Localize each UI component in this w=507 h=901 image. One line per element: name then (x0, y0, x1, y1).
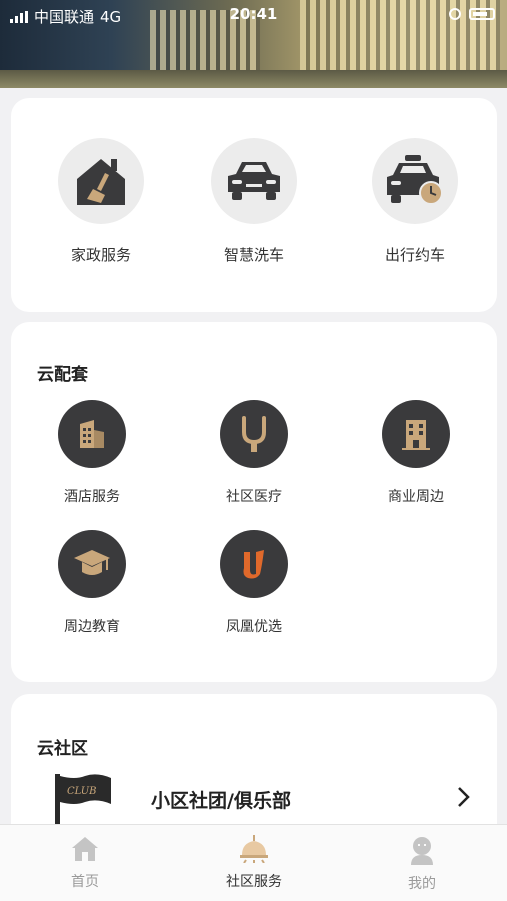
facility-label: 商业周边 (388, 489, 444, 505)
service-label: 家政服务 (70, 246, 131, 264)
service-car-wash[interactable]: 智慧洗车 (194, 138, 314, 265)
section-title: 云配套 (37, 365, 88, 385)
home-icon (72, 837, 98, 861)
facility-medical[interactable]: 社区医疗 (199, 400, 309, 506)
facility-label: 凤凰优选 (226, 619, 282, 635)
facility-commercial[interactable]: 商业周边 (361, 400, 471, 506)
chevron-right-icon (457, 786, 471, 812)
tab-mine[interactable]: 我的 (372, 835, 472, 893)
rotation-lock-icon (449, 8, 461, 20)
club-label: 小区社团/俱乐部 (151, 790, 291, 812)
taxi-clock-icon (372, 138, 458, 224)
service-label: 出行约车 (384, 246, 445, 264)
battery-icon (469, 8, 495, 20)
service-label: 智慧洗车 (223, 246, 284, 264)
stethoscope-icon (220, 400, 288, 468)
facility-label: 酒店服务 (64, 489, 120, 505)
tab-label: 社区服务 (226, 874, 282, 890)
tab-community-service[interactable]: 社区服务 (204, 835, 304, 891)
club-flag-icon: CLUB (55, 774, 115, 830)
tab-label: 首页 (71, 874, 99, 890)
services-card: 家政服务 智慧洗车 出行约车 (11, 98, 497, 312)
facility-phoenix-select[interactable]: 凤凰优选 (199, 530, 309, 636)
facility-label: 社区医疗 (226, 489, 282, 505)
house-broom-icon (58, 138, 144, 224)
tab-label: 我的 (408, 876, 436, 892)
facility-hotel[interactable]: 酒店服务 (37, 400, 147, 506)
service-housekeeping[interactable]: 家政服务 (41, 138, 161, 265)
clock: 20:41 (229, 5, 278, 23)
club-flag-text: CLUB (67, 786, 97, 797)
service-ride-booking[interactable]: 出行约车 (355, 138, 475, 265)
facility-education[interactable]: 周边教育 (37, 530, 147, 636)
graduation-cap-icon (58, 530, 126, 598)
phoenix-logo-icon (220, 530, 288, 598)
section-title: 云社区 (37, 739, 88, 759)
community-lamp-icon (240, 835, 268, 864)
hotel-building-icon (58, 400, 126, 468)
bottom-tab-bar: 首页 社区服务 我的 (0, 824, 507, 901)
tab-home[interactable]: 首页 (35, 835, 135, 891)
status-bar: 中国联通 4G 20:41 (0, 0, 507, 30)
facility-label: 周边教育 (64, 619, 120, 635)
user-icon (411, 837, 433, 865)
car-icon (211, 138, 297, 224)
cloud-facilities-card: 云配套 酒店服务 社区医疗 商业周边 周边教育 凤凰优选 (11, 322, 497, 682)
office-building-icon (382, 400, 450, 468)
